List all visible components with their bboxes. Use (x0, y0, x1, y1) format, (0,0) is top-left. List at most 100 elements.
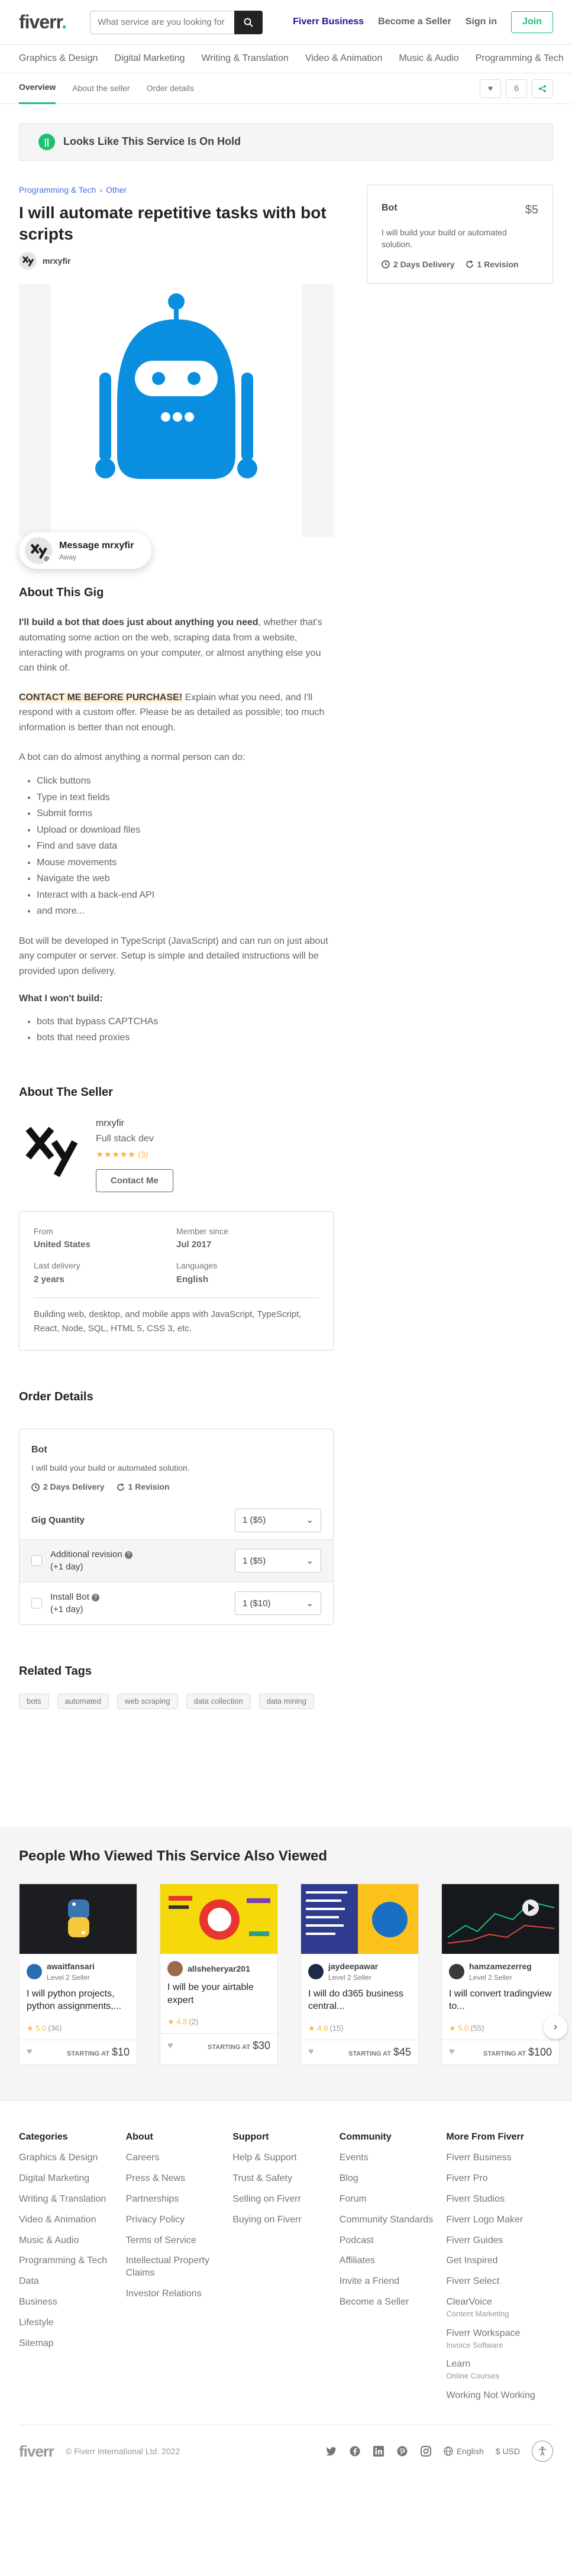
instagram-icon[interactable] (420, 2445, 432, 2457)
tag[interactable]: automated (57, 1693, 109, 1709)
footer-link[interactable]: Fiverr Business (446, 2152, 553, 2164)
category-item[interactable]: Graphics & Design (19, 52, 98, 65)
footer-link[interactable]: Working Not Working (446, 2390, 553, 2402)
twitter-icon[interactable] (325, 2445, 337, 2457)
footer-link[interactable]: Graphics & Design (19, 2152, 126, 2164)
seller-name-link[interactable]: mrxyfir (43, 255, 70, 267)
footer-link[interactable]: Writing & Translation (19, 2193, 126, 2206)
footer-link[interactable]: Learn Online Courses (446, 2358, 553, 2381)
search-input[interactable] (90, 10, 235, 34)
footer-link[interactable]: Selling on Fiverr (232, 2193, 340, 2206)
fiverr-business-link[interactable]: Fiverr Business (293, 15, 364, 28)
footer-link[interactable]: Fiverr Logo Maker (446, 2214, 553, 2227)
footer-link[interactable]: Privacy Policy (126, 2214, 233, 2227)
footer-link[interactable]: Become a Seller (340, 2296, 447, 2309)
search-button[interactable] (234, 10, 263, 34)
linkedin-icon[interactable] (373, 2445, 384, 2457)
footer-link[interactable]: Press & News (126, 2173, 233, 2185)
category-item[interactable]: Writing & Translation (202, 52, 289, 65)
footer-link[interactable]: Careers (126, 2152, 233, 2164)
footer-link[interactable]: Help & Support (232, 2152, 340, 2164)
extra-checkbox[interactable] (31, 1598, 42, 1609)
card-title[interactable]: I will python projects, python assignmen… (20, 1983, 137, 2018)
footer-link[interactable]: Blog (340, 2173, 447, 2185)
category-item[interactable]: Music & Audio (399, 52, 458, 65)
footer-link[interactable]: Data (19, 2276, 126, 2288)
tag[interactable]: data mining (258, 1693, 314, 1709)
footer-link[interactable]: Affiliates (340, 2255, 447, 2267)
extra-quantity-select[interactable]: 1 ($5) ⌄ (235, 1549, 321, 1573)
info-icon[interactable]: ? (91, 1593, 99, 1601)
card-seller-name[interactable]: jaydeepawar (328, 1961, 378, 1973)
card-seller-name[interactable]: awaitfansari (47, 1961, 95, 1973)
footer-link[interactable]: Fiverr Studios (446, 2193, 553, 2206)
category-item[interactable]: Video & Animation (305, 52, 382, 65)
heart-icon[interactable]: ♥ (167, 2040, 173, 2053)
footer-link[interactable]: Lifestyle (19, 2317, 126, 2329)
info-icon[interactable]: ? (124, 1551, 133, 1559)
footer-link[interactable]: Forum (340, 2193, 447, 2206)
fiverr-logo[interactable]: fiverr. (19, 9, 67, 35)
footer-link[interactable]: Fiverr Select (446, 2276, 553, 2288)
quantity-select[interactable]: 1 ($5) ⌄ (235, 1508, 321, 1532)
category-item[interactable]: Programming & Tech (476, 52, 564, 65)
card-title[interactable]: I will convert tradingview to... (442, 1983, 559, 2018)
footer-link[interactable]: Fiverr Pro (446, 2173, 553, 2185)
contact-me-button[interactable]: Contact Me (96, 1169, 173, 1192)
language-selector[interactable]: English (444, 2446, 484, 2458)
footer-link[interactable]: Business (19, 2296, 126, 2309)
footer-logo[interactable]: fiverr (19, 2441, 54, 2462)
card-title[interactable]: I will do d365 business central... (301, 1983, 418, 2018)
tag[interactable]: bots (19, 1693, 49, 1709)
become-seller-link[interactable]: Become a Seller (378, 15, 451, 28)
breadcrumb-subcategory[interactable]: Other (106, 185, 127, 195)
footer-link[interactable]: Podcast (340, 2235, 447, 2247)
extra-checkbox[interactable] (31, 1555, 42, 1567)
footer-link[interactable]: Investor Relations (126, 2288, 233, 2300)
gig-card[interactable]: jaydeepawar Level 2 Seller I will do d365… (300, 1884, 419, 2066)
currency-selector[interactable]: $ USD (496, 2446, 520, 2458)
facebook-icon[interactable] (349, 2445, 361, 2457)
pinterest-icon[interactable] (396, 2445, 408, 2457)
footer-link[interactable]: Fiverr Guides (446, 2235, 553, 2247)
footer-link[interactable]: Buying on Fiverr (232, 2214, 340, 2227)
card-seller-name[interactable]: hamzamezerreg (469, 1961, 532, 1973)
heart-icon[interactable]: ♥ (449, 2046, 455, 2059)
footer-link[interactable]: Digital Marketing (19, 2173, 126, 2185)
category-item[interactable]: Digital Marketing (114, 52, 185, 65)
carousel-next-button[interactable]: › (544, 2015, 567, 2039)
tag[interactable]: data collection (186, 1693, 251, 1709)
like-button[interactable]: ♥ (480, 79, 501, 98)
breadcrumb-category[interactable]: Programming & Tech (19, 185, 96, 195)
footer-link[interactable]: Sitemap (19, 2338, 126, 2350)
footer-link[interactable]: Partnerships (126, 2193, 233, 2206)
share-button[interactable] (532, 79, 553, 98)
seller-name[interactable]: mrxyfir (96, 1117, 173, 1130)
footer-link[interactable]: Music & Audio (19, 2235, 126, 2247)
footer-link[interactable]: Trust & Safety (232, 2173, 340, 2185)
heart-icon[interactable]: ♥ (308, 2046, 314, 2059)
join-button[interactable]: Join (511, 11, 553, 33)
sign-in-link[interactable]: Sign in (466, 15, 497, 28)
card-title[interactable]: I will be your airtable expert (160, 1976, 277, 2012)
footer-link[interactable]: Get Inspired (446, 2255, 553, 2267)
footer-link[interactable]: Fiverr Workspace Invoice Software (446, 2328, 553, 2351)
footer-link[interactable]: Programming & Tech (19, 2255, 126, 2267)
message-seller-pill[interactable]: Message mrxyfir Away (19, 532, 151, 569)
gig-card[interactable]: awaitfansari Level 2 Seller I will python… (19, 1884, 137, 2066)
gig-card[interactable]: hamzamezerreg Level 2 Seller I will conve… (441, 1884, 560, 2066)
card-seller-name[interactable]: allsheheryar201 (188, 1963, 250, 1975)
extra-quantity-select[interactable]: 1 ($10) ⌄ (235, 1591, 321, 1616)
heart-icon[interactable]: ♥ (27, 2046, 33, 2059)
footer-link[interactable]: Invite a Friend (340, 2276, 447, 2288)
footer-link[interactable]: Intellectual Property Claims (126, 2255, 233, 2280)
footer-link[interactable]: Events (340, 2152, 447, 2164)
tab-about-seller[interactable]: About the seller (72, 73, 130, 104)
seller-avatar[interactable] (19, 1117, 84, 1182)
gig-card[interactable]: allsheheryar201 I will be your airtable … (160, 1884, 278, 2066)
tab-overview[interactable]: Overview (19, 73, 56, 104)
footer-link[interactable]: Video & Animation (19, 2214, 126, 2227)
avatar[interactable] (19, 252, 37, 270)
accessibility-button[interactable] (532, 2441, 553, 2462)
gig-gallery[interactable]: Message mrxyfir Away (19, 284, 334, 569)
